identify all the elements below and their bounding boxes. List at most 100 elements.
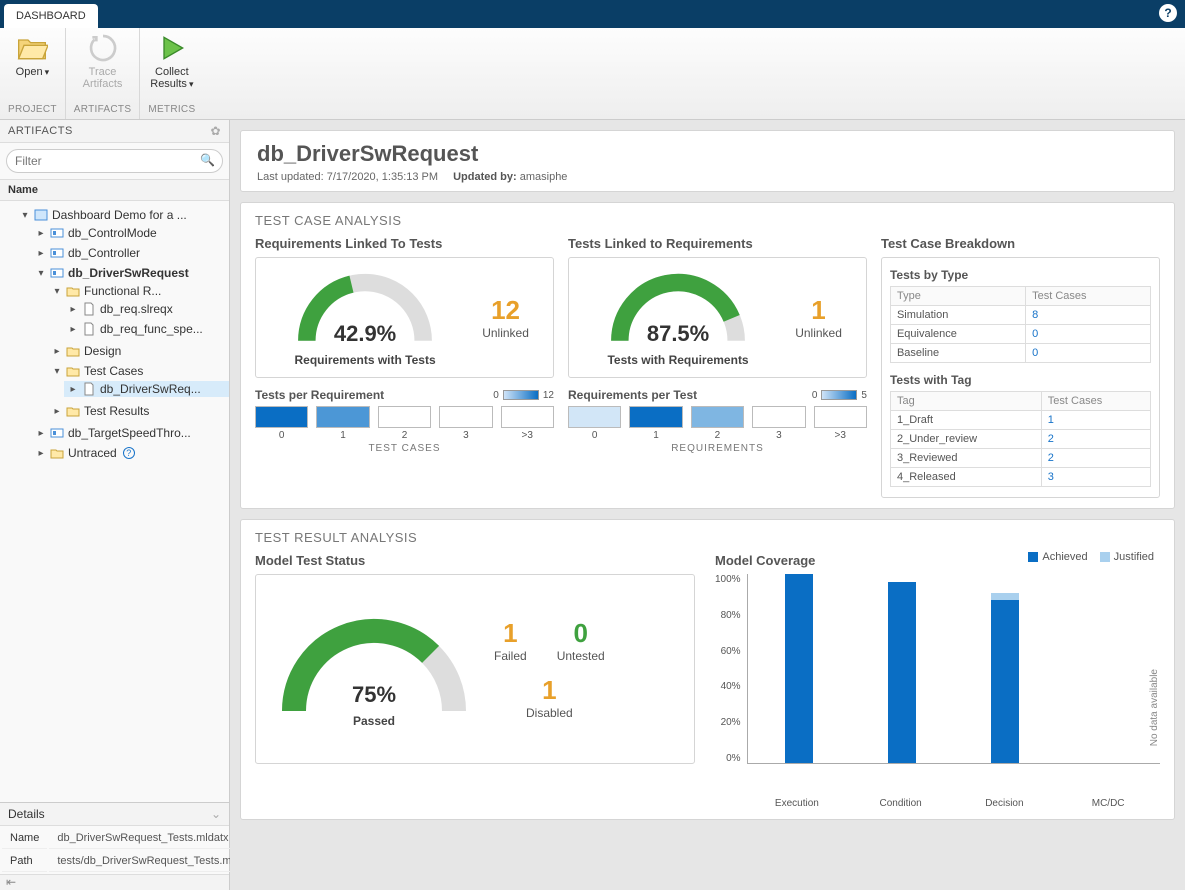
coverage-legend: Achieved Justified bbox=[1028, 551, 1154, 563]
unlinked-count: 1 bbox=[795, 295, 842, 326]
model-icon bbox=[50, 246, 64, 260]
file-icon bbox=[82, 322, 96, 336]
ribbon-section-project: PROJECT bbox=[8, 102, 57, 119]
unlinked-count: 12 bbox=[482, 295, 529, 326]
tree-folder[interactable]: ▾Test Cases bbox=[48, 363, 229, 379]
open-icon[interactable] bbox=[16, 32, 48, 64]
collect-results-button[interactable]: Collect Results bbox=[150, 66, 193, 90]
artifact-tree[interactable]: ▾Dashboard Demo for a ... ▸db_ControlMod… bbox=[0, 201, 229, 802]
page-header: db_DriverSwRequest Last updated: 7/17/20… bbox=[240, 130, 1175, 192]
details-panel: Details⌄ Namedb_DriverSwRequest_Tests.ml… bbox=[0, 802, 229, 874]
by-tag-table[interactable]: TagTest Cases 1_Draft1 2_Under_review2 3… bbox=[890, 391, 1151, 487]
ribbon: Open PROJECT Trace Artifacts ARTIFACTS C… bbox=[0, 28, 1185, 120]
unlinked-label: Unlinked bbox=[482, 326, 529, 340]
tree-folder[interactable]: ▸Test Results bbox=[48, 403, 229, 419]
dashboard-content: db_DriverSwRequest Last updated: 7/17/20… bbox=[230, 120, 1185, 890]
collect-icon[interactable] bbox=[156, 32, 188, 64]
tpr-histogram[interactable]: 0 1 2 3 >3 bbox=[255, 406, 554, 441]
trace-artifacts-button: Trace Artifacts bbox=[83, 66, 123, 90]
status-title: Model Test Status bbox=[255, 553, 695, 568]
gradient-legend bbox=[821, 390, 857, 400]
details-name-label: Name bbox=[2, 828, 47, 849]
folder-icon bbox=[66, 284, 80, 298]
coverage-chart[interactable]: 100% 80% 60% 40% 20% 0% No data availabl… bbox=[715, 574, 1160, 794]
title-bar: DASHBOARD ? bbox=[0, 0, 1185, 28]
help-icon[interactable]: ? bbox=[1159, 4, 1177, 22]
tree-item[interactable]: ▸Untraced ? bbox=[32, 445, 229, 461]
chevron-down-icon[interactable]: ⌄ bbox=[211, 807, 221, 821]
tree-file[interactable]: ▸db_req.slreqx bbox=[64, 301, 229, 317]
tree-item[interactable]: ▸db_ControlMode bbox=[32, 225, 229, 241]
scale-min: 0 bbox=[812, 390, 818, 401]
panel-settings-icon[interactable]: ✿ bbox=[210, 124, 221, 138]
details-path-label: Path bbox=[2, 851, 47, 872]
failed-label: Failed bbox=[494, 649, 527, 663]
test-case-analysis-section: TEST CASE ANALYSIS Requirements Linked T… bbox=[240, 202, 1175, 509]
by-type-title: Tests by Type bbox=[890, 268, 1151, 282]
file-icon bbox=[82, 302, 96, 316]
tree-file[interactable]: ▸db_req_func_spe... bbox=[64, 321, 229, 337]
folder-icon bbox=[66, 344, 80, 358]
ribbon-section-artifacts: ARTIFACTS bbox=[74, 102, 132, 119]
disabled-count: 1 bbox=[526, 675, 573, 706]
x-axis: Execution Condition Decision MC/DC bbox=[745, 794, 1160, 809]
rpt-title: Requirements per Test bbox=[568, 388, 697, 402]
tests-linked-title: Tests Linked to Requirements bbox=[568, 236, 867, 251]
ribbon-section-metrics: METRICS bbox=[148, 102, 195, 119]
file-icon bbox=[82, 382, 96, 396]
folder-icon bbox=[66, 404, 80, 418]
filter-input[interactable] bbox=[6, 149, 223, 173]
updated-label: Last updated: bbox=[257, 171, 324, 183]
breakdown-card: Tests by Type TypeTest Cases Simulation8… bbox=[881, 257, 1160, 498]
open-button[interactable]: Open bbox=[16, 66, 49, 78]
tree-item[interactable]: ▸db_TargetSpeedThro... bbox=[32, 425, 229, 441]
rpt-histogram[interactable]: 0 1 2 3 >3 bbox=[568, 406, 867, 441]
folder-icon bbox=[50, 446, 64, 460]
model-icon bbox=[50, 226, 64, 240]
updated-by-label: Updated by: bbox=[453, 171, 517, 183]
tests-linked-card[interactable]: 87.5% Tests with Requirements 1 Unlinked bbox=[568, 257, 867, 378]
section-title: TEST CASE ANALYSIS bbox=[255, 213, 1160, 228]
by-type-table[interactable]: TypeTest Cases Simulation8 Equivalence0 … bbox=[890, 286, 1151, 363]
hist-axis: REQUIREMENTS bbox=[568, 443, 867, 454]
model-icon bbox=[50, 266, 64, 280]
tree-file-selected[interactable]: ▸db_DriverSwReq... bbox=[64, 381, 229, 397]
tree-item[interactable]: ▾db_DriverSwRequest bbox=[32, 265, 229, 281]
search-icon[interactable]: 🔍 bbox=[200, 153, 215, 167]
tree-folder[interactable]: ▸Design bbox=[48, 343, 229, 359]
gauge-label: Tests with Requirements bbox=[593, 353, 763, 367]
scale-min: 0 bbox=[493, 390, 499, 401]
untested-count: 0 bbox=[557, 618, 605, 649]
project-icon bbox=[34, 208, 48, 222]
section-title: TEST RESULT ANALYSIS bbox=[255, 530, 1160, 545]
trace-icon bbox=[87, 32, 119, 64]
y-axis: 100% 80% 60% 40% 20% 0% bbox=[715, 574, 747, 764]
by-tag-title: Tests with Tag bbox=[890, 373, 1151, 387]
tab-dashboard[interactable]: DASHBOARD bbox=[4, 4, 98, 28]
untested-label: Untested bbox=[557, 649, 605, 663]
artifacts-panel-title: ARTIFACTS bbox=[8, 125, 73, 137]
req-linked-title: Requirements Linked To Tests bbox=[255, 236, 554, 251]
page-title: db_DriverSwRequest bbox=[257, 141, 1158, 167]
scale-max: 5 bbox=[861, 390, 867, 401]
model-icon bbox=[50, 426, 64, 440]
status-card[interactable]: 75% Passed 1Failed 0Untested 1Disabled bbox=[255, 574, 695, 764]
panel-footer: ⇤ bbox=[0, 874, 229, 890]
test-result-analysis-section: TEST RESULT ANALYSIS Model Test Status 7… bbox=[240, 519, 1175, 820]
no-data-label: No data available bbox=[1149, 669, 1160, 746]
tree-column-header: Name bbox=[0, 179, 229, 201]
tree-root[interactable]: ▾Dashboard Demo for a ... bbox=[16, 207, 229, 223]
folder-icon bbox=[66, 364, 80, 378]
unlinked-label: Unlinked bbox=[795, 326, 842, 340]
tree-folder[interactable]: ▾Functional R... bbox=[48, 283, 229, 299]
tree-item[interactable]: ▸db_Controller bbox=[32, 245, 229, 261]
hist-axis: TEST CASES bbox=[255, 443, 554, 454]
scale-max: 12 bbox=[543, 390, 554, 401]
breakdown-title: Test Case Breakdown bbox=[881, 236, 1160, 251]
artifacts-panel: ARTIFACTS ✿ 🔍 Name ▾Dashboard Demo for a… bbox=[0, 120, 230, 890]
req-linked-card[interactable]: 42.9% Requirements with Tests 12 Unlinke… bbox=[255, 257, 554, 378]
gradient-legend bbox=[503, 390, 539, 400]
updated-by-value: amasiphe bbox=[520, 171, 568, 183]
info-icon[interactable]: ? bbox=[123, 447, 135, 459]
tpr-title: Tests per Requirement bbox=[255, 388, 384, 402]
